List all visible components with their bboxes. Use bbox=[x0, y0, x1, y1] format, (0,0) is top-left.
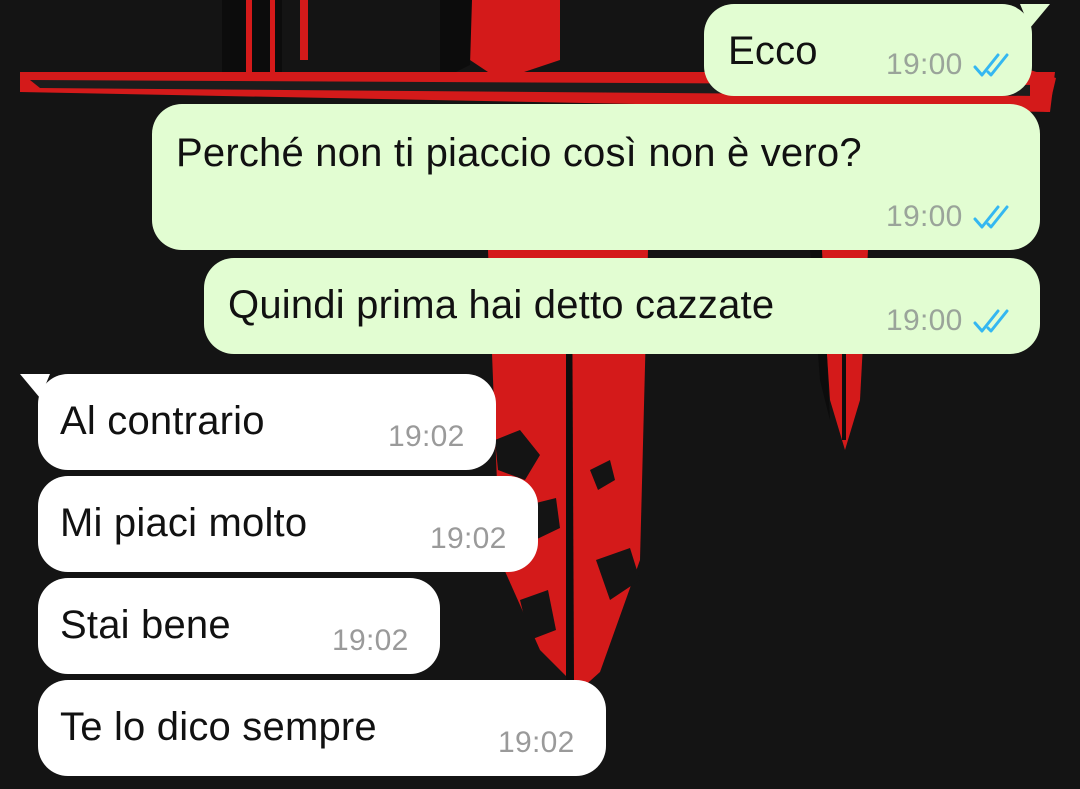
message-time: 19:02 bbox=[388, 420, 465, 453]
message-meta: 19:02 bbox=[430, 522, 507, 556]
message-meta: 19:00 bbox=[886, 304, 1015, 338]
message-text: Stai bene bbox=[60, 603, 231, 647]
message-bubble-incoming[interactable]: Mi piaci molto 19:02 bbox=[38, 476, 538, 572]
message-meta: 19:02 bbox=[332, 624, 409, 658]
message-bubble-outgoing[interactable]: Ecco 19:00 bbox=[704, 4, 1050, 96]
message-time: 19:00 bbox=[886, 304, 963, 337]
message-text: Ecco bbox=[728, 29, 818, 73]
message-bubble-outgoing[interactable]: Perché non ti piaccio così non è vero? 1… bbox=[152, 104, 1040, 250]
bubble-tail bbox=[1020, 4, 1050, 28]
message-time: 19:02 bbox=[498, 726, 575, 759]
message-bubble-incoming[interactable]: Te lo dico sempre 19:02 bbox=[38, 680, 606, 776]
message-bubble-incoming[interactable]: Al contrario 19:02 bbox=[20, 374, 496, 470]
double-check-icon bbox=[973, 205, 1009, 229]
message-bubble-incoming[interactable]: Stai bene 19:02 bbox=[38, 578, 440, 674]
message-meta: 19:02 bbox=[498, 726, 575, 760]
message-bubble-outgoing[interactable]: Quindi prima hai detto cazzate 19:00 bbox=[204, 258, 1040, 354]
message-meta: 19:00 bbox=[886, 200, 1015, 234]
message-text: Perché non ti piaccio così non è vero? bbox=[176, 131, 862, 175]
message-text: Mi piaci molto bbox=[60, 501, 308, 545]
message-time: 19:00 bbox=[886, 48, 963, 81]
bubble-tail bbox=[20, 374, 50, 398]
double-check-icon bbox=[973, 309, 1009, 333]
message-text: Al contrario bbox=[60, 399, 265, 443]
message-time: 19:02 bbox=[430, 522, 507, 555]
message-text: Quindi prima hai detto cazzate bbox=[228, 283, 775, 327]
message-text: Te lo dico sempre bbox=[60, 705, 377, 749]
message-time: 19:00 bbox=[886, 200, 963, 233]
double-check-icon bbox=[973, 53, 1009, 77]
message-time: 19:02 bbox=[332, 624, 409, 657]
message-meta: 19:02 bbox=[388, 420, 465, 454]
message-meta: 19:00 bbox=[886, 48, 1015, 82]
